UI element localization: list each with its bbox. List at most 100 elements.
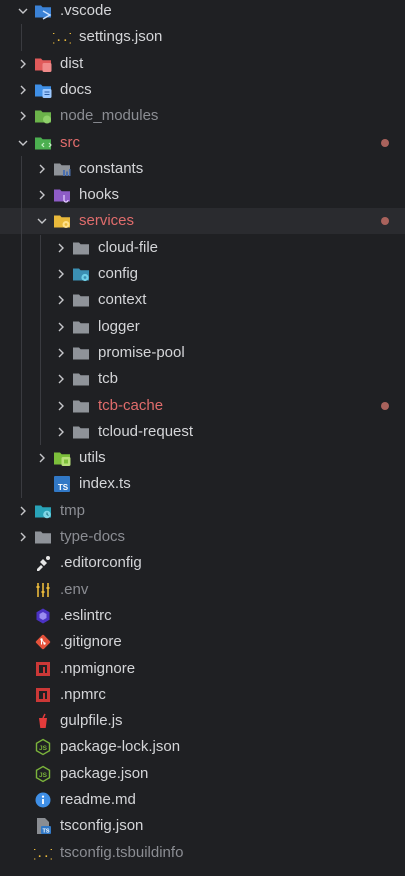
item-label: package-lock.json — [60, 738, 181, 756]
info-icon — [34, 791, 52, 809]
folder-item-node-modules[interactable]: node_modules — [0, 103, 405, 129]
editorconfig-icon — [34, 554, 52, 572]
item-label: .editorconfig — [60, 554, 142, 572]
folder-item-vscode[interactable]: .vscode — [0, 0, 405, 24]
folder-item-constants[interactable]: constants — [0, 156, 405, 182]
folder-item-type-docs[interactable]: type-docs — [0, 524, 405, 550]
svg-text:{..}: {..} — [53, 33, 71, 45]
item-label: src — [60, 133, 80, 151]
indent-guide — [40, 234, 41, 446]
chevron-down-icon[interactable] — [16, 4, 30, 18]
chevron-down-icon[interactable] — [16, 136, 30, 150]
folder-icon — [72, 397, 90, 415]
file-item-npmignore[interactable]: .npmignore — [0, 656, 405, 682]
chevron-right-icon[interactable] — [35, 188, 49, 202]
folder-icon — [72, 344, 90, 362]
item-label: cloud-file — [98, 238, 159, 256]
item-label: readme.md — [60, 791, 136, 808]
item-label: dist — [60, 54, 84, 72]
folder-item-src[interactable]: src — [0, 130, 405, 156]
chevron-right-icon[interactable] — [54, 320, 68, 334]
file-item-package-lock-json[interactable]: JS package-lock.json — [0, 734, 405, 760]
file-explorer-tree: .vscode {..} settings.json dist docs node… — [0, 0, 405, 876]
node-folder-icon — [34, 107, 52, 125]
item-label: .vscode — [60, 2, 112, 19]
folder-item-utils[interactable]: utils — [0, 445, 405, 471]
item-label: tcb — [98, 370, 119, 388]
chevron-right-icon[interactable] — [54, 293, 68, 307]
file-item-tsconfig-json[interactable]: TS tsconfig.json — [0, 813, 405, 839]
folder-item-logger[interactable]: logger — [0, 314, 405, 340]
chevron-right-icon[interactable] — [54, 372, 68, 386]
folder-item-config[interactable]: config — [0, 261, 405, 287]
folder-item-services[interactable]: services — [0, 208, 405, 235]
json-braces-icon: {..} — [49, 28, 75, 46]
chevron-right-icon[interactable] — [16, 109, 30, 123]
item-label: .gitignore — [60, 633, 122, 651]
item-label: tsconfig.json — [60, 817, 144, 835]
item-label: .npmignore — [60, 659, 136, 677]
chevron-down-icon[interactable] — [35, 214, 49, 228]
chevron-right-icon[interactable] — [54, 267, 68, 281]
chevron-right-icon[interactable] — [16, 57, 30, 71]
chevron-right-icon[interactable] — [35, 451, 49, 465]
item-label: logger — [98, 317, 140, 335]
folder-item-tcb-cache[interactable]: tcb-cache — [0, 393, 405, 419]
git-icon — [34, 633, 52, 651]
file-item-gitignore[interactable]: .gitignore — [0, 629, 405, 655]
typescript-icon: TS — [53, 475, 71, 493]
folder-item-docs[interactable]: docs — [0, 77, 405, 103]
folder-icon — [72, 318, 90, 336]
npm-icon — [34, 660, 52, 678]
item-label: constants — [79, 159, 144, 177]
folder-item-tmp[interactable]: tmp — [0, 498, 405, 524]
file-item-package-json[interactable]: JS package.json — [0, 761, 405, 787]
tmp-folder-icon — [34, 502, 52, 520]
folder-icon — [72, 370, 90, 388]
folder-item-dist[interactable]: dist — [0, 51, 405, 77]
chevron-right-icon[interactable] — [54, 425, 68, 439]
file-item-index-ts[interactable]: TS index.ts — [0, 471, 405, 497]
chevron-right-icon[interactable] — [54, 346, 68, 360]
item-label: tcb-cache — [98, 396, 164, 414]
hooks-folder-icon — [53, 186, 71, 204]
modified-indicator-dot — [381, 401, 389, 410]
nodejs-icon: JS — [34, 765, 52, 783]
chevron-right-icon[interactable] — [54, 399, 68, 413]
item-label: package.json — [60, 764, 149, 782]
file-item-settings-json[interactable]: {..} settings.json — [0, 24, 405, 50]
vscode-folder-icon — [34, 2, 52, 20]
tsconfig-icon: TS — [34, 817, 52, 835]
folder-item-context[interactable]: context — [0, 287, 405, 313]
chevron-right-icon[interactable] — [16, 504, 30, 518]
chevron-right-icon[interactable] — [54, 241, 68, 255]
chevron-right-icon[interactable] — [16, 530, 30, 544]
chevron-right-icon[interactable] — [16, 83, 30, 97]
file-item-tsconfig-tsbuildinfo[interactable]: {..} tsconfig.tsbuildinfo — [0, 840, 405, 866]
chevron-right-icon[interactable] — [35, 162, 49, 176]
modified-indicator-dot — [381, 217, 389, 226]
folder-item-tcb[interactable]: tcb — [0, 366, 405, 392]
file-item-gulpfile-js[interactable]: gulpfile.js — [0, 708, 405, 734]
file-item-eslintrc[interactable]: .eslintrc — [0, 603, 405, 629]
env-icon — [34, 581, 52, 599]
folder-item-tcloud-request[interactable]: tcloud-request — [0, 419, 405, 445]
svg-text:TS: TS — [42, 829, 49, 835]
item-label: context — [98, 291, 147, 309]
file-item-readme-md[interactable]: readme.md — [0, 787, 405, 813]
file-item-editorconfig[interactable]: .editorconfig — [0, 550, 405, 576]
folder-item-promise-pool[interactable]: promise-pool — [0, 340, 405, 366]
item-label: type-docs — [60, 528, 126, 545]
folder-icon — [72, 423, 90, 441]
svg-text:JS: JS — [39, 772, 48, 779]
file-item-npmrc[interactable]: .npmrc — [0, 682, 405, 708]
constants-folder-icon — [53, 160, 71, 178]
folder-item-hooks[interactable]: hooks — [0, 182, 405, 208]
src-folder-icon — [34, 134, 52, 152]
folder-item-cloud-file[interactable]: cloud-file — [0, 235, 405, 261]
eslint-icon — [34, 607, 52, 625]
gulp-icon — [34, 712, 52, 730]
config-folder-icon — [72, 265, 90, 283]
utils-folder-icon — [53, 449, 71, 467]
file-item-env[interactable]: .env — [0, 577, 405, 603]
